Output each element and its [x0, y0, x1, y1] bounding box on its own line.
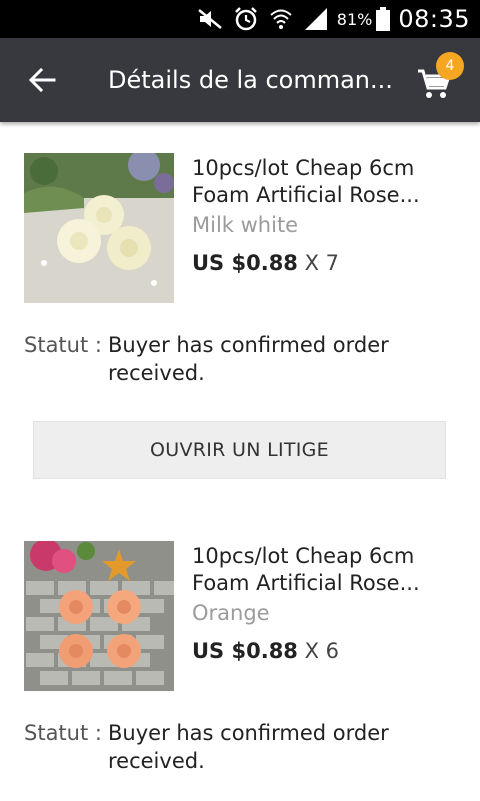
product-quantity: X 7 [304, 251, 340, 275]
product-variant: Orange [192, 601, 270, 625]
product-title[interactable]: 10pcs/lot Cheap 6cm Foam Artificial Rose… [192, 155, 460, 209]
product-price: US $0.88 [192, 639, 298, 663]
status-label: Statut : [24, 721, 102, 745]
back-button[interactable] [0, 38, 84, 122]
status-bar: 81% 08:35 [0, 0, 480, 38]
order-item: 10pcs/lot Cheap 6cm Foam Artificial Rose… [24, 541, 464, 801]
mute-icon [197, 8, 223, 30]
clock: 08:35 [398, 5, 470, 33]
open-dispute-button[interactable]: OUVRIR UN LITIGE [33, 421, 446, 479]
app-bar: Détails de la comman... 4 [0, 38, 480, 122]
product-price: US $0.88 [192, 251, 298, 275]
status-value: Buyer has confirmed order received. [108, 333, 389, 385]
cart-button[interactable]: 4 [410, 52, 464, 108]
page-title: Détails de la comman... [108, 66, 393, 94]
product-title[interactable]: 10pcs/lot Cheap 6cm Foam Artificial Rose… [192, 543, 460, 597]
wifi-icon [269, 7, 293, 31]
product-image[interactable] [24, 541, 174, 691]
battery-percent: 81% [336, 9, 373, 29]
price-row: US $0.88 X 7 [192, 251, 339, 275]
product-quantity: X 6 [304, 639, 340, 663]
status-value: Buyer has confirmed order received. [108, 721, 389, 773]
price-row: US $0.88 X 6 [192, 639, 339, 663]
product-variant: Milk white [192, 213, 299, 237]
product-image[interactable] [24, 153, 174, 303]
order-details-content: 10pcs/lot Cheap 6cm Foam Artificial Rose… [0, 122, 480, 800]
cart-count-badge: 4 [436, 52, 464, 80]
order-item: 10pcs/lot Cheap 6cm Foam Artificial Rose… [24, 153, 464, 413]
signal-icon [303, 8, 329, 30]
back-arrow-icon [28, 67, 56, 93]
battery-icon [376, 7, 391, 31]
status-label: Statut : [24, 333, 102, 357]
alarm-icon [233, 6, 259, 32]
